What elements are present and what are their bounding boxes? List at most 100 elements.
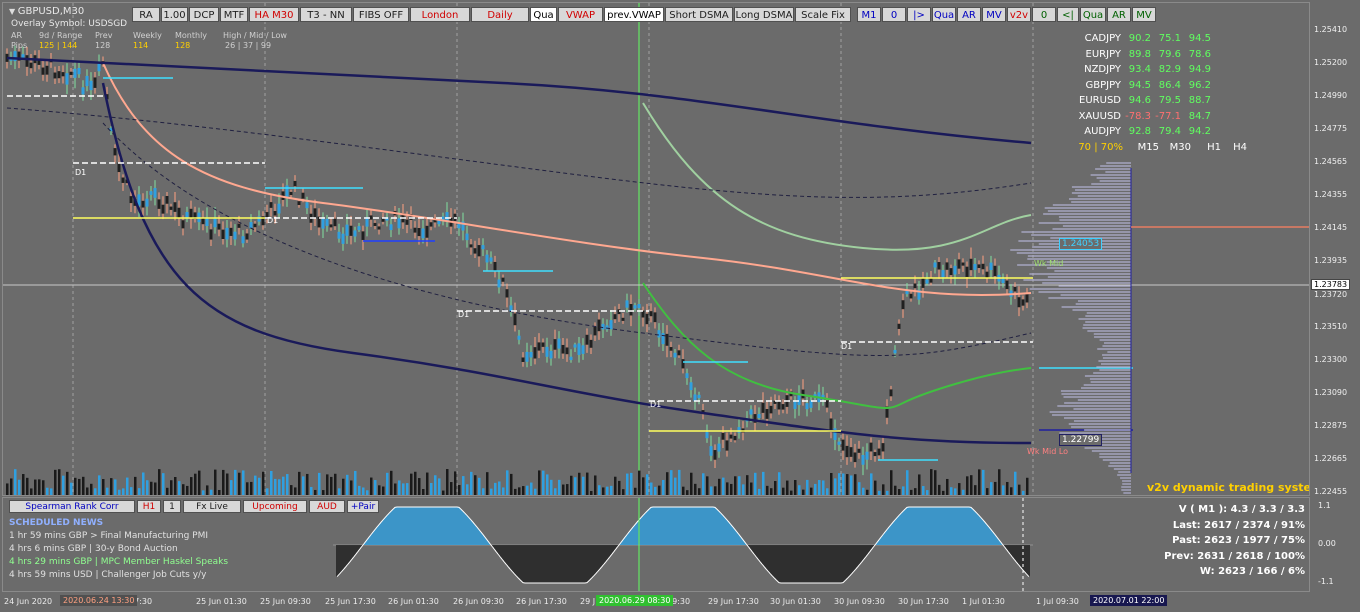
sub-tab-spearman-rank-corr[interactable]: Spearman Rank Corr [9, 500, 135, 513]
toolbar-button-qua-24[interactable]: Qua [1080, 7, 1106, 22]
triangle-icon: ▼ [9, 7, 18, 16]
price-marker-upper: 1.24053 [1059, 238, 1103, 250]
candle-body [89, 80, 93, 91]
toolbar-button-fibs-off-6[interactable]: FIBS OFF [353, 7, 409, 22]
pairs-footer-tf3[interactable]: H1 [1191, 142, 1221, 153]
candle-body [517, 335, 521, 340]
toolbar-button-ar-19[interactable]: AR [957, 7, 981, 22]
toolbar-button-v2v-21[interactable]: v2v [1007, 7, 1031, 22]
volume-bar [298, 471, 301, 495]
toolbar-button--17[interactable]: |> [907, 7, 931, 22]
volume-bar [666, 472, 669, 495]
toolbar-button-1-00-1[interactable]: 1.00 [161, 7, 188, 22]
candle-body [669, 347, 673, 351]
candle-body [557, 338, 561, 349]
toolbar-button-prev-vwap-11[interactable]: prev.VWAP [604, 7, 664, 22]
volume-bar [54, 469, 57, 495]
volume-bar [230, 480, 233, 495]
volume-bar [982, 469, 985, 495]
main-chart-area[interactable]: ▼ GBPUSD,M30 Overlay Symbol: USDSGD AR 9… [2, 2, 1310, 496]
candle-body [757, 414, 761, 419]
volume-bar [990, 482, 993, 495]
pairs-footer-tf4[interactable]: H4 [1221, 142, 1247, 153]
toolbar-button-dcp-2[interactable]: DCP [189, 7, 219, 22]
pair-value-b: 75.1 [1158, 33, 1181, 44]
indicator-subwindow[interactable]: Spearman Rank Corr H1 1 Fx Live Upcoming AUD +… [2, 497, 1310, 592]
toolbar-button-mv-26[interactable]: MV [1132, 7, 1156, 22]
toolbar-button-0-16[interactable]: 0 [882, 7, 906, 22]
toolbar-button-t3-nn-5[interactable]: T3 - NN [300, 7, 352, 22]
toolbar-button-london-7[interactable]: London [410, 7, 470, 22]
price-tick-label: 1.23510 [1314, 322, 1348, 331]
pair-name-pair: EURUSD [1079, 95, 1121, 106]
sub-tab-h1[interactable]: H1 [137, 500, 161, 513]
candle-body [925, 279, 929, 284]
candle-body [417, 228, 421, 237]
candle-body [633, 305, 637, 309]
candle-body [25, 55, 29, 67]
volume-bar [338, 488, 341, 495]
candle-body [933, 262, 937, 268]
toolbar-button-long-dsma-13[interactable]: Long DSMA [734, 7, 794, 22]
toolbar-button-ra-0[interactable]: RA [132, 7, 160, 22]
toolbar-button-ar-25[interactable]: AR [1107, 7, 1131, 22]
volume-bar [886, 490, 889, 495]
volume-bar [490, 488, 493, 495]
volume-bar [698, 488, 701, 495]
toolbar-button-short-dsma-12[interactable]: Short DSMA [665, 7, 733, 22]
pairs-footer-tf1[interactable]: M15 [1123, 142, 1159, 153]
toolbar-button-mv-20[interactable]: MV [982, 7, 1006, 22]
volume-bar [470, 471, 473, 495]
volume-bar [22, 474, 25, 495]
candle-body [469, 244, 473, 248]
candle-body [149, 191, 153, 195]
volume-bar [942, 490, 945, 495]
volume-bar [910, 489, 913, 495]
volume-bar [718, 478, 721, 495]
toolbar-button-mtf-3[interactable]: MTF [220, 7, 248, 22]
volume-bar [562, 484, 565, 495]
sub-tab-aud[interactable]: AUD [309, 500, 345, 513]
volume-bar [30, 488, 33, 495]
volume-bar [238, 472, 241, 495]
candle-body [373, 222, 377, 227]
volume-bar [250, 481, 253, 495]
candle-body [569, 356, 573, 361]
candle-body [457, 223, 461, 229]
volume-bar [646, 474, 649, 495]
volume-bar [506, 470, 509, 495]
candle-body [857, 448, 861, 453]
toolbar-button-vwap-10[interactable]: VWAP [558, 7, 603, 22]
toolbar-button-qua-9[interactable]: Qua [530, 7, 557, 22]
candle-body [989, 262, 993, 271]
time-tick-label: 29 Jun 17:30 [708, 597, 759, 606]
toolbar-button-0-22[interactable]: 0 [1032, 7, 1056, 22]
toolbar-button-scale-fix-14[interactable]: Scale Fix [795, 7, 851, 22]
toolbar-button--23[interactable]: <| [1057, 7, 1079, 22]
wk-mid-lo-label: Wk Mid Lo [1027, 447, 1069, 456]
news-item: 4 hrs 6 mins GBP | 30-y Bond Auction [9, 544, 178, 554]
volume-bar [442, 490, 445, 495]
candle-body [977, 264, 981, 268]
toolbar-button-qua-18[interactable]: Qua [932, 7, 956, 22]
candle-body [397, 218, 401, 229]
toolbar-button-daily-8[interactable]: Daily [471, 7, 529, 22]
toolbar-button-ha-m30-4[interactable]: HA M30 [249, 7, 299, 22]
candle-body [77, 67, 81, 75]
sub-tab-upcoming[interactable]: Upcoming [243, 500, 307, 513]
candle-body [685, 373, 689, 379]
candle-body [169, 206, 173, 210]
toolbar-button-m1-15[interactable]: M1 [857, 7, 881, 22]
price-axis[interactable]: 1.25410 1.25200 1.24990 1.24775 1.24565 1.243… [1310, 0, 1360, 597]
pairs-footer-tf2[interactable]: M30 [1159, 142, 1191, 153]
candle-body [213, 217, 217, 228]
candle-body [1005, 280, 1009, 290]
sub-tab-pair[interactable]: +Pair [347, 500, 379, 513]
sub-tab-1[interactable]: 1 [163, 500, 181, 513]
candle-body [777, 401, 781, 410]
sub-tab-fx-live[interactable]: Fx Live [183, 500, 241, 513]
pairs-footer-score[interactable]: 70 | 70% [1077, 142, 1123, 153]
candle-body [689, 382, 693, 391]
volume-bar [1006, 481, 1009, 495]
volume-bar [318, 472, 321, 495]
